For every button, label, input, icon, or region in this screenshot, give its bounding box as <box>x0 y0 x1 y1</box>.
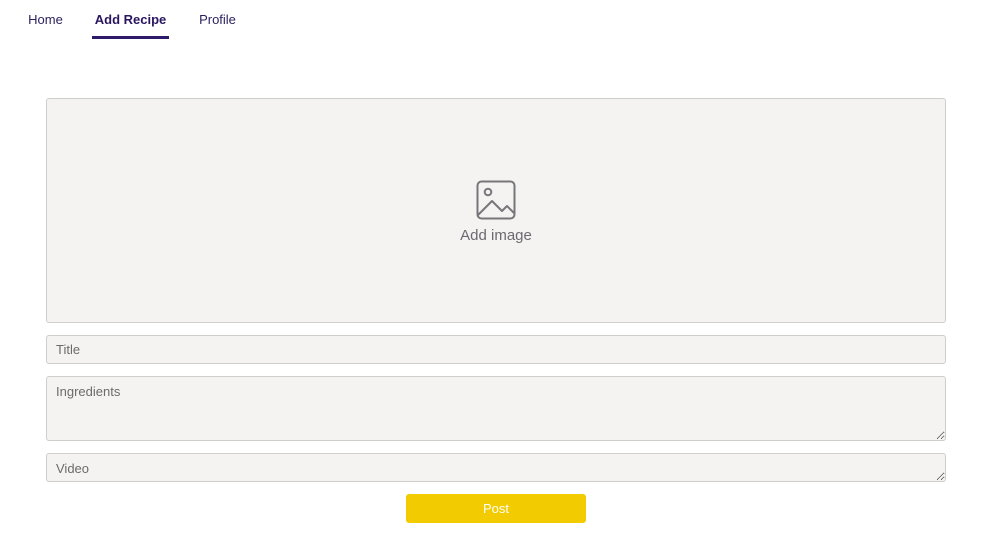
tab-profile[interactable]: Profile <box>199 0 236 39</box>
add-image-content: Add image <box>47 180 945 244</box>
title-input[interactable] <box>46 335 946 364</box>
image-icon <box>476 180 516 220</box>
ingredients-textarea[interactable] <box>46 376 946 441</box>
add-image-dropzone[interactable]: Add image <box>46 98 946 323</box>
top-nav: Home Add Recipe Profile <box>0 0 981 40</box>
tab-home[interactable]: Home <box>28 0 63 39</box>
post-button[interactable]: Post <box>406 494 586 523</box>
tab-add-recipe[interactable]: Add Recipe <box>92 0 169 39</box>
add-image-label: Add image <box>460 227 532 244</box>
video-textarea[interactable] <box>46 453 946 482</box>
